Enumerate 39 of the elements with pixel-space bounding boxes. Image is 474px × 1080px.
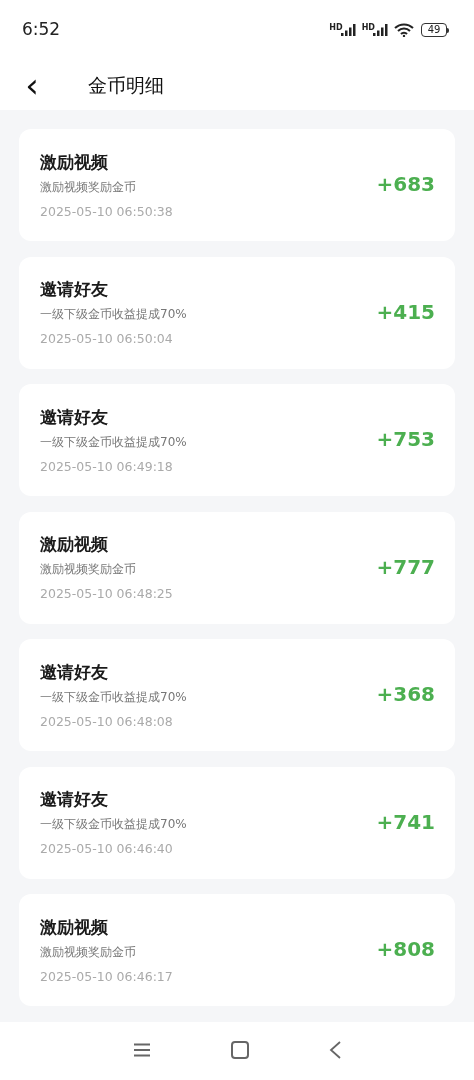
record-time: 2025-05-10 06:50:38 xyxy=(40,203,173,220)
back-button[interactable]: ‹ xyxy=(12,68,52,102)
coin-amount: +683 xyxy=(376,171,435,198)
battery-level: 49 xyxy=(421,23,447,37)
record-description: 激励视频奖励金币 xyxy=(40,943,137,960)
home-icon[interactable] xyxy=(231,1041,249,1059)
coin-amount: +741 xyxy=(376,808,435,836)
record-title: 邀请好友 xyxy=(40,278,109,300)
record-title: 激励视频 xyxy=(40,150,109,173)
record-description: 一级下级金币收益提成70% xyxy=(40,688,187,705)
status-time: 6:52 xyxy=(22,18,61,42)
record-time: 2025-05-10 06:49:18 xyxy=(40,458,174,475)
coin-amount: +753 xyxy=(376,426,435,453)
record-time: 2025-05-10 06:50:04 xyxy=(40,331,174,347)
record-time: 2025-05-10 06:46:17 xyxy=(40,968,173,985)
signal-icon xyxy=(373,24,389,36)
record-description: 一级下级金币收益提成70% xyxy=(40,433,187,450)
network-label: HD xyxy=(361,24,375,32)
record-title: 邀请好友 xyxy=(40,788,109,810)
wifi-icon xyxy=(394,23,414,37)
record-description: 一级下级金币收益提成70% xyxy=(40,306,187,322)
record-time: 2025-05-10 06:48:25 xyxy=(40,586,173,602)
record-title: 邀请好友 xyxy=(40,405,109,428)
coin-amount: +808 xyxy=(376,936,435,963)
record-description: 一级下级金币收益提成70% xyxy=(40,816,187,832)
coin-amount: +777 xyxy=(376,553,435,581)
record-title: 激励视频 xyxy=(40,915,109,938)
record-time: 2025-05-10 06:46:40 xyxy=(40,841,174,857)
record-description: 激励视频奖励金币 xyxy=(40,178,137,195)
page-title: 金币明细 xyxy=(88,72,164,98)
record-description: 激励视频奖励金币 xyxy=(40,561,137,577)
back-icon[interactable] xyxy=(329,1041,341,1059)
coin-amount: +415 xyxy=(376,298,435,326)
coin-amount: +368 xyxy=(376,681,435,708)
record-title: 激励视频 xyxy=(40,533,109,555)
record-time: 2025-05-10 06:48:08 xyxy=(40,713,174,730)
network-label: HD xyxy=(329,24,343,32)
menu-icon[interactable] xyxy=(133,1043,151,1057)
record-title: 邀请好友 xyxy=(40,660,109,683)
